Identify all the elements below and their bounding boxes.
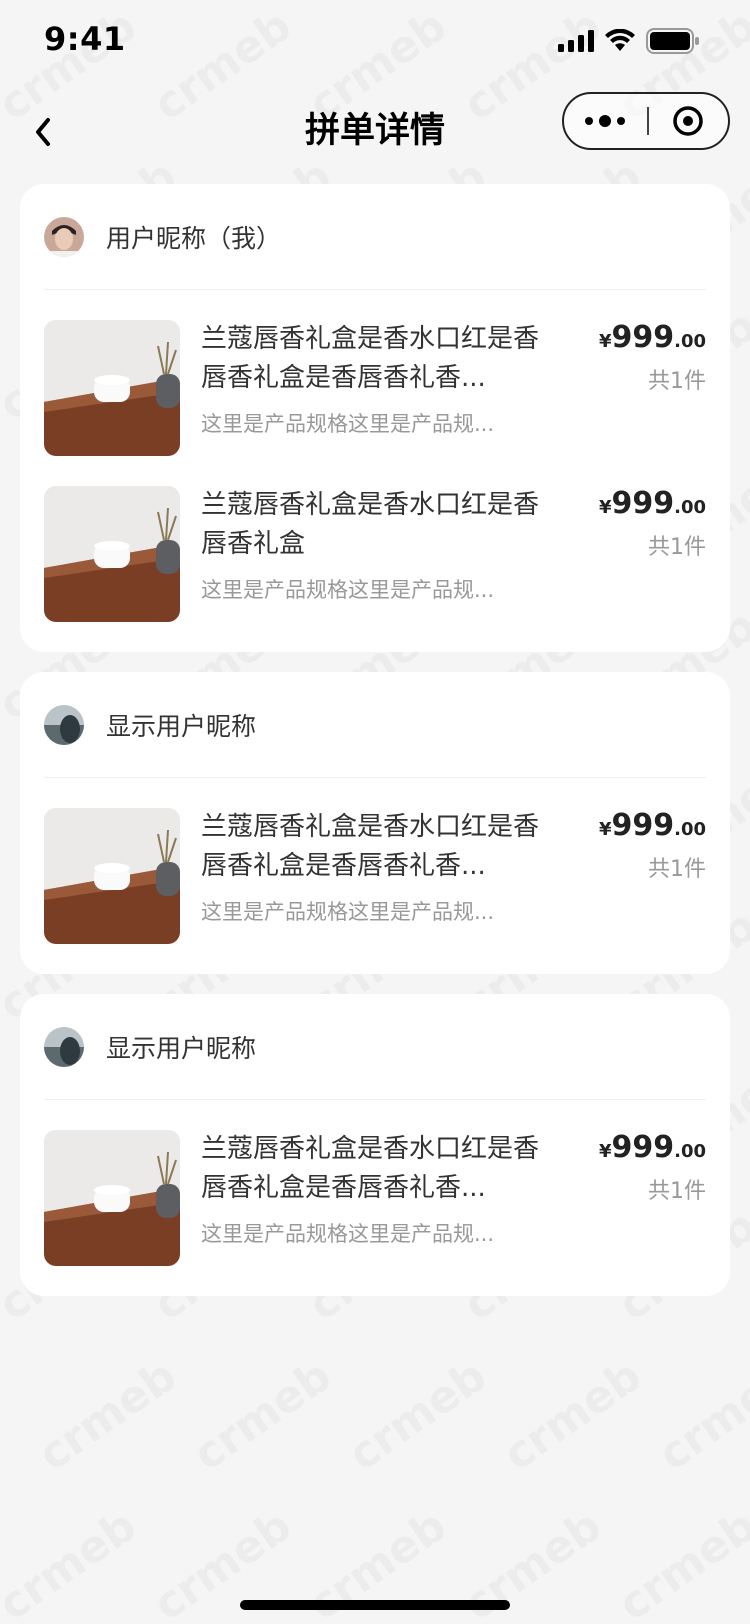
product-image [44,320,180,456]
goods-info: 兰蔻唇香礼盒是香水口红是香唇香礼盒是香唇香礼香... 这里是产品规格这里是产品规.… [201,320,541,456]
goods-price-block: ¥999.00 共1件 [599,1130,706,1205]
price-decimal: .00 [674,497,706,518]
avatar [44,1026,84,1067]
goods-quantity: 共1件 [648,369,706,394]
goods-price: ¥999.00 [599,1130,706,1165]
price-decimal: .00 [674,1141,706,1162]
price-integer: 999 [611,320,675,355]
avatar [44,216,84,257]
goods-name: 兰蔻唇香礼盒是香水口红是香唇香礼盒是香唇香礼香... [201,1134,540,1203]
price-decimal: .00 [674,331,706,352]
goods-price: ¥999.00 [599,320,706,355]
goods-info: 兰蔻唇香礼盒是香水口红是香唇香礼盒是香唇香礼香... 这里是产品规格这里是产品规.… [201,808,541,944]
goods-item[interactable]: 兰蔻唇香礼盒是香水口红是香唇香礼盒是香唇香礼香... 这里是产品规格这里是产品规.… [44,778,706,974]
price-integer: 999 [611,486,675,521]
avatar-image [44,1026,84,1067]
goods-item[interactable]: 兰蔻唇香礼盒是香水口红是香唇香礼盒是香唇香礼香... 这里是产品规格这里是产品规.… [44,290,706,486]
avatar [44,704,84,745]
signal-icon [558,30,594,52]
watermark-text: crmeb [0,1500,146,1624]
goods-spec: 这里是产品规格这里是产品规... [201,900,495,924]
goods-info: 兰蔻唇香礼盒是香水口红是香唇香礼盒这里是产品规格这里是产品规... [201,486,541,622]
group-list: 用户昵称（我） 兰蔻唇香礼盒是香水口红是香唇香礼盒是香唇香礼香... 这里是产品规格… [20,184,730,1316]
price-currency: ¥ [598,331,612,352]
price-integer: 999 [611,808,675,843]
goods-quantity: 共1件 [648,857,706,882]
goods-price-block: ¥999.00 共1件 [599,808,706,883]
avatar-image [44,704,84,745]
watermark-text: crmeb [494,1350,650,1481]
price-currency: ¥ [598,1141,612,1162]
wifi-icon [605,29,635,51]
watermark-text: crmeb [184,1350,340,1481]
price-currency: ¥ [598,819,612,840]
goods-price-block: ¥999.00 共1件 [599,486,706,561]
group-card: 显示用户昵称兰蔻唇香礼盒是香水口红是香唇香礼盒是香唇香礼香... 这里是产品规格这… [20,672,730,974]
watermark-text: crmeb [29,1350,185,1481]
goods-info: 兰蔻唇香礼盒是香水口红是香唇香礼盒是香唇香礼香... 这里是产品规格这里是产品规.… [201,1130,541,1266]
status-time: 9:41 [44,20,126,58]
goods-name: 兰蔻唇香礼盒是香水口红是香唇香礼盒 [201,490,540,559]
battery-icon [646,28,699,54]
goods-spec: 这里是产品规格这里是产品规... [201,412,495,436]
price-integer: 999 [611,1130,675,1165]
goods-item[interactable]: 兰蔻唇香礼盒是香水口红是香唇香礼盒这里是产品规格这里是产品规... ¥999.00… [44,486,706,652]
goods-price-block: ¥999.00 共1件 [599,320,706,395]
user-nickname: 显示用户昵称 [106,711,257,741]
target-icon [673,106,704,136]
group-card: 显示用户昵称兰蔻唇香礼盒是香水口红是香唇香礼盒是香唇香礼香... 这里是产品规格这… [20,994,730,1296]
goods-image [44,1130,180,1266]
status-icons [558,28,700,54]
more-dot-icon [617,117,626,125]
product-image [44,1130,180,1266]
price-currency: ¥ [598,497,612,518]
goods-image [44,808,180,944]
group-card: 用户昵称（我） 兰蔻唇香礼盒是香水口红是香唇香礼盒是香唇香礼香... 这里是产品规格… [20,184,730,652]
goods-spec: 这里是产品规格这里是产品规... [201,1222,495,1246]
user-row: 显示用户昵称 [44,672,706,778]
user-row: 显示用户昵称 [44,994,706,1100]
watermark-text: crmeb [339,1350,495,1481]
more-dot-icon [599,115,612,127]
goods-name: 兰蔻唇香礼盒是香水口红是香唇香礼盒是香唇香礼香... [201,324,540,393]
product-image [44,486,180,622]
goods-name: 兰蔻唇香礼盒是香水口红是香唇香礼盒是香唇香礼香... [201,812,540,881]
goods-price: ¥999.00 [599,486,706,521]
goods-price: ¥999.00 [599,808,706,843]
watermark-text: crmeb [649,1350,750,1481]
status-bar: 9:41 [0,0,750,88]
goods-image [44,320,180,456]
home-indicator [240,1600,510,1610]
goods-quantity: 共1件 [648,1179,706,1204]
watermark-text: crmeb [609,1500,750,1624]
user-nickname: 用户昵称（我） [106,223,282,253]
goods-image [44,486,180,622]
mini-program-capsule [562,92,730,150]
nav-bar: 拼单详情 [0,88,750,176]
goods-spec: 这里是产品规格这里是产品规... [201,578,495,602]
user-row: 用户昵称（我） [44,184,706,290]
product-image [44,808,180,944]
goods-item[interactable]: 兰蔻唇香礼盒是香水口红是香唇香礼盒是香唇香礼香... 这里是产品规格这里是产品规.… [44,1100,706,1296]
avatar-image [44,216,84,257]
close-mini-program-button[interactable] [649,105,728,137]
more-button[interactable] [564,115,647,127]
price-decimal: .00 [674,819,706,840]
more-dot-icon [585,117,594,125]
user-nickname: 显示用户昵称 [106,1033,257,1063]
goods-quantity: 共1件 [648,535,706,560]
